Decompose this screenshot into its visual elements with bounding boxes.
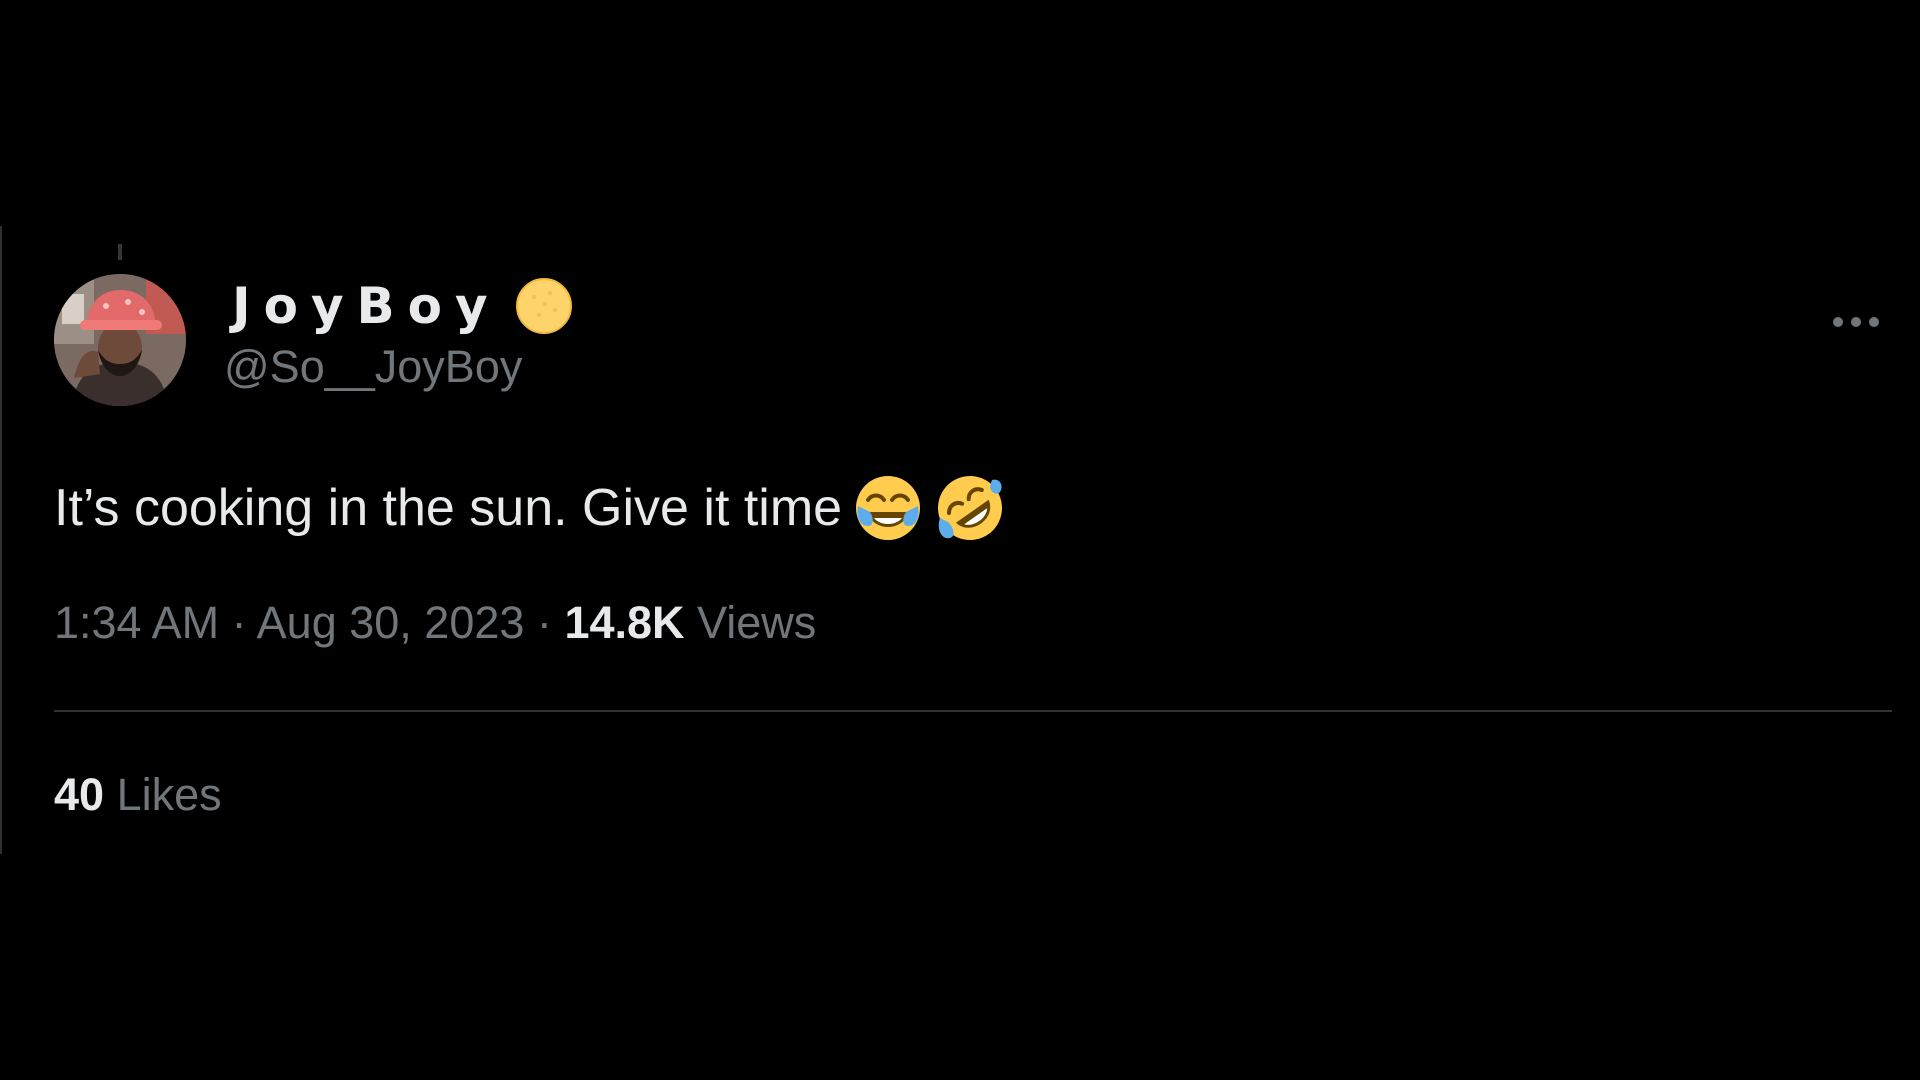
screen: JoyBoy @So__JoyBoy It’s cooking in the s… [0, 0, 1920, 1080]
views-label[interactable]: Views [697, 597, 816, 648]
tweet-card[interactable]: JoyBoy @So__JoyBoy It’s cooking in the s… [0, 226, 1920, 854]
avatar[interactable] [54, 274, 186, 406]
tweet-metadata: 1:34 AM · Aug 30, 2023 · 14.8K Views [54, 600, 816, 645]
likes-count[interactable]: 40 [54, 769, 104, 820]
face-with-tears-of-joy-icon [856, 476, 921, 540]
views-count[interactable]: 14.8K [564, 597, 684, 648]
meta-separator: · [231, 597, 247, 648]
tweet-time[interactable]: 1:34 AM [54, 597, 219, 648]
tweet-body: It’s cooking in the sun. Give it time [54, 472, 1006, 544]
author-name-row[interactable]: JoyBoy [232, 276, 573, 336]
author-handle[interactable]: @So__JoyBoy [224, 344, 522, 389]
more-options-icon [1833, 317, 1879, 327]
thread-connector [118, 244, 122, 260]
tweet-text: It’s cooking in the sun. Give it time [54, 479, 843, 537]
tweet-date[interactable]: Aug 30, 2023 [257, 597, 525, 648]
meta-separator: · [536, 597, 552, 648]
divider [54, 710, 1892, 712]
more-options-button[interactable] [1830, 296, 1882, 348]
author-display-name[interactable]: JoyBoy [232, 281, 501, 331]
likes-label[interactable]: Likes [117, 769, 222, 820]
rolling-on-the-floor-laughing-icon [938, 476, 1003, 540]
likes-stat[interactable]: 40 Likes [54, 772, 222, 817]
avatar-image [54, 274, 186, 406]
yellow-circle-badge-icon [515, 278, 572, 334]
